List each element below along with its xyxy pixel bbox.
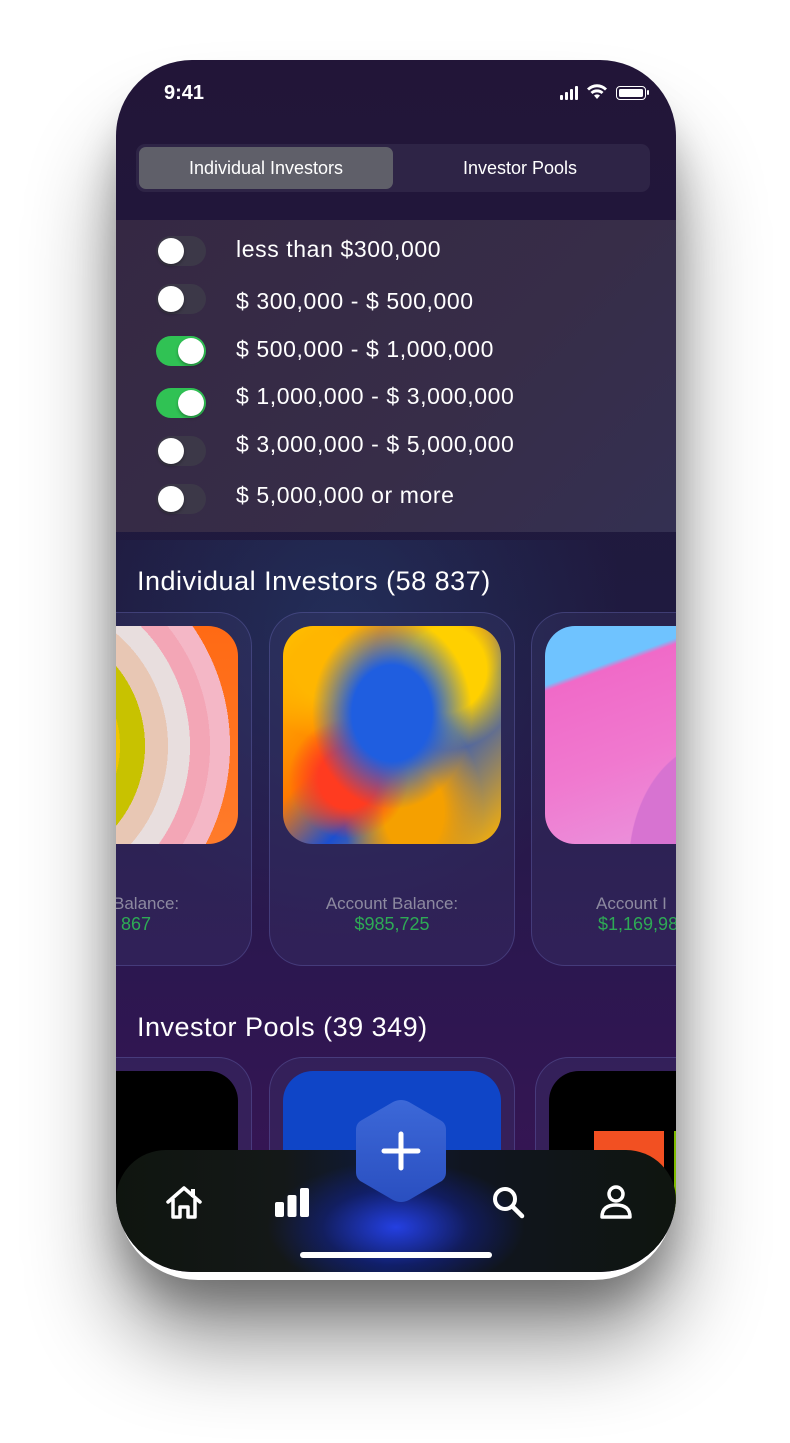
investor-avatar-image bbox=[283, 626, 501, 844]
battery-icon bbox=[616, 86, 649, 100]
filter-toggle[interactable] bbox=[156, 484, 206, 514]
phone-screen: 9:41 Individual Investors Investor Pools… bbox=[116, 60, 676, 1272]
toggle-knob bbox=[158, 286, 184, 312]
filter-label: $ 3,000,000 - $ 5,000,000 bbox=[236, 431, 515, 457]
filter-row: less than $300,000 bbox=[156, 236, 441, 266]
investor-avatar-image bbox=[116, 626, 238, 844]
filter-label: less than $300,000 bbox=[236, 236, 442, 262]
status-icons bbox=[560, 84, 649, 100]
filter-row: $ 300,000 - $ 500,000 bbox=[156, 284, 473, 314]
filter-label: $ 1,000,000 - $ 3,000,000 bbox=[236, 383, 515, 409]
filter-row: $ 500,000 - $ 1,000,000 bbox=[156, 336, 493, 366]
toggle-knob bbox=[158, 238, 184, 264]
chart-icon[interactable] bbox=[270, 1180, 314, 1224]
filter-label: $ 5,000,000 or more bbox=[236, 482, 455, 508]
balance-label: Account I bbox=[596, 894, 667, 913]
filter-row: $ 3,000,000 - $ 5,000,000 bbox=[156, 431, 514, 466]
balance-filter-panel: less than $300,000 $ 300,000 - $ 500,000… bbox=[116, 220, 676, 532]
investor-avatar-image bbox=[545, 626, 676, 844]
balance-label: Account Balance: bbox=[325, 894, 459, 913]
investor-card[interactable]: Balance: 867 bbox=[116, 612, 252, 966]
investor-card[interactable]: Account Balance: $985,725 bbox=[269, 612, 515, 966]
individual-investors-title: Individual Investors (58 837) bbox=[137, 566, 491, 596]
filter-toggle[interactable] bbox=[156, 284, 206, 314]
filter-row: $ 5,000,000 or more bbox=[156, 482, 454, 514]
cellular-signal-icon bbox=[560, 86, 578, 100]
filter-toggle[interactable] bbox=[156, 436, 206, 466]
toggle-knob bbox=[178, 338, 204, 364]
home-indicator bbox=[300, 1252, 492, 1258]
wifi-icon bbox=[587, 84, 607, 99]
filter-row: $ 1,000,000 - $ 3,000,000 bbox=[156, 383, 514, 418]
filter-toggle[interactable] bbox=[156, 388, 206, 418]
home-icon[interactable] bbox=[162, 1180, 206, 1224]
filter-toggle[interactable] bbox=[156, 236, 206, 266]
search-icon[interactable] bbox=[486, 1180, 530, 1224]
profile-icon[interactable] bbox=[594, 1180, 638, 1224]
status-time: 9:41 bbox=[164, 82, 205, 104]
filter-toggle[interactable] bbox=[156, 336, 206, 366]
filter-label: $ 500,000 - $ 1,000,000 bbox=[236, 336, 495, 362]
balance-label: Balance: bbox=[116, 894, 180, 913]
segmented-control: Individual Investors Investor Pools bbox=[136, 144, 650, 192]
investor-card[interactable]: Account I $1,169,98 bbox=[531, 612, 676, 966]
add-icon[interactable] bbox=[352, 1096, 450, 1206]
toggle-knob bbox=[158, 486, 184, 512]
balance-value: 867 bbox=[121, 914, 152, 934]
balance-value: $1,169,98 bbox=[598, 914, 676, 934]
tab-individual-investors[interactable]: Individual Investors bbox=[139, 147, 393, 189]
investor-pools-title: Investor Pools (39 349) bbox=[137, 1012, 428, 1042]
balance-value: $985,725 bbox=[354, 914, 430, 934]
tab-investor-pools[interactable]: Investor Pools bbox=[393, 147, 647, 189]
filter-label: $ 300,000 - $ 500,000 bbox=[236, 288, 474, 314]
toggle-knob bbox=[158, 438, 184, 464]
toggle-knob bbox=[178, 390, 204, 416]
